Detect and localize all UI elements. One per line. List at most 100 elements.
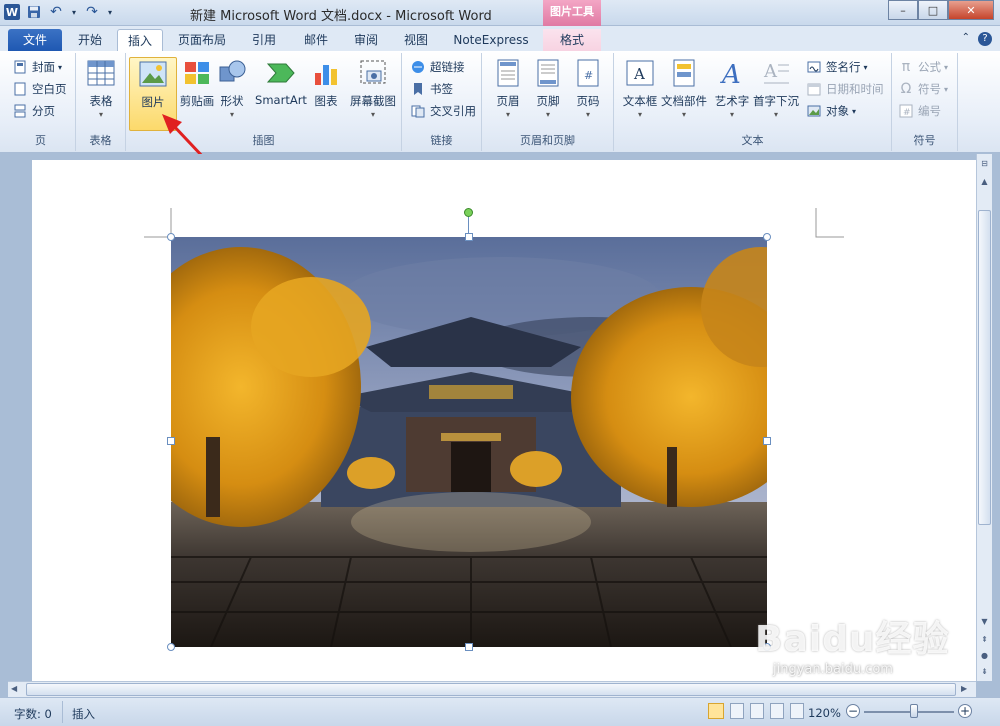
group-text: A 文本框 ▾ 文档部件 ▾ A 艺术字 ▾ A 首字下沉 ▾ 签名行 ▾ 日期和…	[614, 53, 892, 151]
header-dropdown-icon: ▾	[505, 110, 510, 119]
scroll-up-icon[interactable]: ▲	[978, 174, 991, 188]
textbox-button[interactable]: A 文本框 ▾	[616, 57, 664, 119]
zoom-in-icon[interactable]: +	[958, 704, 972, 718]
symbol-button[interactable]: Ω 符号 ▾	[898, 79, 948, 99]
blank-page-button[interactable]: 空白页	[12, 79, 67, 99]
tab-format[interactable]: 格式	[543, 29, 601, 51]
svg-text:A: A	[633, 65, 645, 83]
page-number-icon: #	[572, 57, 604, 89]
resize-handle-bottom[interactable]	[465, 643, 473, 651]
table-dropdown-icon: ▾	[98, 110, 103, 119]
customize-qat-icon[interactable]: ▾	[106, 4, 114, 20]
minimize-button[interactable]: –	[888, 0, 918, 20]
ribbon-tabs: 文件 开始 插入 页面布局 引用 邮件 审阅 视图 NoteExpress 格式…	[0, 26, 1000, 51]
vertical-scrollbar[interactable]: ⊟ ▲ ▼ ⇞ ● ⇟	[976, 154, 992, 681]
dropcap-icon: A	[760, 57, 792, 89]
tab-mailings[interactable]: 邮件	[296, 29, 336, 51]
tab-insert[interactable]: 插入	[117, 29, 163, 51]
rotate-handle[interactable]	[464, 208, 473, 217]
smartart-button[interactable]: SmartArt	[253, 57, 309, 107]
word-logo-icon[interactable]: W	[4, 4, 20, 20]
dropcap-dropdown-icon: ▾	[773, 110, 778, 119]
resize-handle-top[interactable]	[465, 233, 473, 241]
resize-handle-right[interactable]	[763, 437, 771, 445]
horizontal-scroll-thumb[interactable]	[26, 683, 956, 696]
hyperlink-icon	[410, 59, 426, 75]
full-screen-reading-icon[interactable]	[730, 703, 744, 719]
signature-line-button[interactable]: 签名行 ▾	[806, 57, 868, 77]
dropcap-button[interactable]: A 首字下沉 ▾	[752, 57, 800, 119]
chart-button[interactable]: 图表	[302, 57, 350, 109]
maximize-button[interactable]: □	[918, 0, 948, 20]
cross-reference-button[interactable]: 交叉引用	[410, 101, 476, 121]
tab-file[interactable]: 文件	[8, 29, 62, 51]
undo-icon[interactable]: ↶	[48, 4, 64, 20]
web-layout-icon[interactable]	[750, 703, 764, 719]
group-symbols: π 公式 ▾ Ω 符号 ▾ # 编号 符号	[892, 53, 958, 151]
status-divider	[62, 701, 63, 723]
page-break-icon	[12, 103, 28, 119]
window-title: 新建 Microsoft Word 文档.docx - Microsoft Wo…	[190, 9, 492, 24]
ruler-toggle-icon[interactable]: ⊟	[978, 156, 991, 170]
horizontal-scrollbar[interactable]: ◀ ▶	[8, 681, 976, 697]
group-label-links: 链接	[430, 134, 453, 147]
picture-tools-context-label: 图片工具	[543, 0, 601, 26]
redo-icon[interactable]: ↷	[84, 4, 100, 20]
scroll-left-icon[interactable]: ◀	[11, 684, 17, 693]
object-button[interactable]: 对象 ▾	[806, 101, 856, 121]
resize-handle-left[interactable]	[167, 437, 175, 445]
inserted-picture[interactable]	[171, 237, 767, 647]
close-button[interactable]: ✕	[948, 0, 994, 20]
scroll-right-icon[interactable]: ▶	[961, 684, 967, 693]
scroll-down-icon[interactable]: ▼	[978, 614, 991, 628]
word-count[interactable]: 字数: 0	[14, 706, 52, 722]
wordart-button[interactable]: A 艺术字 ▾	[708, 57, 756, 119]
resize-handle-top-left[interactable]	[167, 233, 175, 241]
tab-view[interactable]: 视图	[396, 29, 436, 51]
zoom-slider-thumb[interactable]	[909, 704, 918, 718]
date-time-button[interactable]: 日期和时间	[806, 79, 884, 99]
quick-access-toolbar: W ↶ ▾ ↷ ▾	[4, 4, 114, 20]
page-break-button[interactable]: 分页	[12, 101, 55, 121]
tab-home[interactable]: 开始	[66, 29, 114, 51]
screenshot-button[interactable]: 屏幕截图 ▾	[346, 57, 400, 119]
quick-parts-button[interactable]: 文档部件 ▾	[660, 57, 708, 119]
hyperlink-button[interactable]: 超链接	[410, 57, 465, 77]
tab-review[interactable]: 审阅	[346, 29, 386, 51]
group-label-pages: 页	[35, 134, 46, 147]
vertical-scroll-thumb[interactable]	[978, 210, 991, 525]
resize-handle-bottom-left[interactable]	[167, 643, 175, 651]
equation-button[interactable]: π 公式 ▾	[898, 57, 948, 77]
help-icon[interactable]: ?	[978, 32, 992, 46]
previous-page-icon[interactable]: ⇞	[978, 632, 991, 646]
save-icon[interactable]	[26, 4, 42, 20]
tab-noteexpress[interactable]: NoteExpress	[448, 29, 534, 51]
draft-view-icon[interactable]	[790, 703, 804, 719]
resize-handle-top-right[interactable]	[763, 233, 771, 241]
undo-dropdown-icon[interactable]: ▾	[70, 4, 78, 20]
tab-page-layout[interactable]: 页面布局	[170, 29, 234, 51]
picture-icon	[137, 58, 169, 90]
textbox-icon: A	[624, 57, 656, 89]
page-number-button[interactable]: # 页码 ▾	[564, 57, 612, 119]
next-page-icon[interactable]: ⇟	[978, 664, 991, 678]
ribbon-minimize-icon[interactable]: ⌃	[962, 32, 970, 46]
browse-object-icon[interactable]: ●	[978, 648, 991, 662]
zoom-out-icon[interactable]: −	[846, 704, 860, 718]
blank-page-icon	[12, 81, 28, 97]
outline-view-icon[interactable]	[770, 703, 784, 719]
signature-line-icon	[806, 59, 822, 75]
wordart-icon: A	[716, 57, 748, 89]
number-button[interactable]: # 编号	[898, 101, 941, 121]
cover-page-button[interactable]: 封面 ▾	[12, 57, 62, 77]
bookmark-button[interactable]: 书签	[410, 79, 453, 99]
print-layout-icon[interactable]	[708, 703, 724, 719]
svg-text:#: #	[584, 69, 593, 82]
insert-mode[interactable]: 插入	[72, 706, 95, 722]
tab-references[interactable]: 引用	[244, 29, 284, 51]
table-button[interactable]: 表格 ▾	[77, 57, 125, 119]
zoom-level[interactable]: 120%	[808, 706, 841, 720]
svg-text:A: A	[720, 60, 741, 87]
status-bar: 字数: 0 插入 120% − +	[0, 697, 1000, 726]
baidu-watermark: Baidu经验 jingyan.baidu.com	[755, 610, 949, 677]
